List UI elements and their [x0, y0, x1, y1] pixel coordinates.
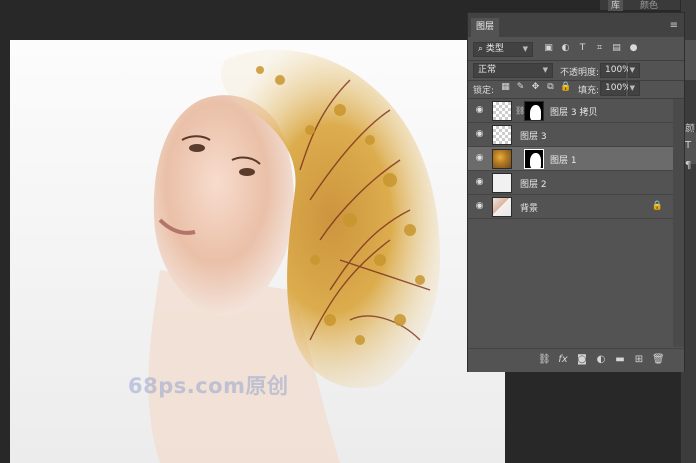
lock-position-icon[interactable]: ✥	[530, 82, 541, 93]
layer-mask-thumbnail[interactable]	[524, 149, 544, 169]
layer-row[interactable]: ◉ 图层 2	[468, 171, 673, 195]
chevron-down-icon: ▼	[629, 66, 635, 74]
trash-icon[interactable]: 🗑	[652, 354, 665, 366]
filter-shape-icon[interactable]: ⌗	[594, 43, 605, 54]
tab-library[interactable]: 库	[608, 0, 624, 11]
layer-name[interactable]: 背景	[520, 201, 538, 214]
filter-type-select[interactable]: ⌕ 类型 ▼	[473, 42, 533, 57]
search-icon: ⌕	[478, 44, 486, 54]
filter-toggle-icon[interactable]: ●	[628, 43, 639, 54]
layer-name[interactable]: 图层 3	[520, 129, 547, 142]
filter-smartobject-icon[interactable]: ▤	[611, 43, 622, 54]
layer-name[interactable]: 图层 1	[550, 153, 577, 166]
layer-thumbnail[interactable]	[492, 197, 512, 217]
layer-row[interactable]: ◉ 图层 3	[468, 123, 673, 147]
lock-all-icon[interactable]: 🔒	[560, 82, 571, 93]
lock-transparent-pixels-icon[interactable]: ▦	[500, 82, 511, 93]
layer-mask-thumbnail[interactable]	[524, 101, 544, 121]
fx-icon[interactable]: fx	[557, 354, 569, 366]
lock-image-pixels-icon[interactable]: ✎	[515, 82, 526, 93]
type-tool-icon[interactable]: T	[685, 140, 691, 151]
opacity-value: 100%	[605, 65, 631, 75]
eye-icon[interactable]: ◉	[474, 177, 485, 188]
chevron-down-icon: ▼	[542, 66, 548, 74]
scrollbar[interactable]	[673, 99, 684, 347]
blend-mode-label: 正常	[478, 65, 497, 75]
chevron-down-icon: ▼	[522, 45, 528, 53]
opacity-input[interactable]: 100%	[600, 63, 631, 78]
tab-layers[interactable]: 图层	[471, 18, 499, 37]
opacity-label: 不透明度:	[560, 68, 600, 78]
layer-row-selected[interactable]: ◉ 图层 1	[468, 147, 673, 171]
fill-value: 100%	[605, 83, 631, 93]
add-mask-icon[interactable]: ◙	[576, 354, 588, 366]
layer-name[interactable]: 图层 3 拷贝	[550, 105, 597, 118]
divider	[468, 80, 684, 81]
document-canvas[interactable]: 68ps.com原创	[10, 40, 505, 463]
divider	[468, 60, 684, 61]
filter-type-label: 类型	[485, 44, 504, 54]
link-layers-icon[interactable]: ⛓	[538, 354, 551, 366]
new-layer-icon[interactable]: ⊞	[633, 354, 645, 366]
paragraph-icon[interactable]: ¶	[685, 160, 691, 171]
eye-icon[interactable]: ◉	[474, 201, 485, 212]
lock-icon: 🔒	[651, 201, 663, 211]
panel-menu-icon[interactable]: ≡	[670, 20, 678, 31]
layer-thumbnail[interactable]	[492, 149, 512, 169]
eye-icon[interactable]: ◉	[474, 105, 485, 116]
group-folder-icon[interactable]: ▬	[614, 354, 626, 366]
layer-thumbnail[interactable]	[492, 173, 512, 193]
eye-icon[interactable]: ◉	[474, 129, 485, 140]
layer-thumbnail[interactable]	[492, 125, 512, 145]
layer-row[interactable]: ◉ ⛓ 图层 3 拷贝	[468, 99, 673, 123]
layer-thumbnail[interactable]	[492, 101, 512, 121]
chevron-down-icon: ▼	[629, 84, 635, 92]
filter-type-icon[interactable]: T	[577, 43, 588, 54]
eye-icon[interactable]: ◉	[474, 153, 485, 164]
filter-adjustment-icon[interactable]: ◐	[560, 43, 571, 54]
fill-input[interactable]: 100%	[600, 81, 631, 96]
adjustment-layer-icon[interactable]: ◐	[595, 354, 607, 366]
tab-color[interactable]: 颜色	[640, 0, 658, 11]
watermark-text: 68ps.com原创	[128, 374, 289, 398]
layers-panel: 图层 ≡ ⌕ 类型 ▼ ▣ ◐ T ⌗ ▤ ● 正常 ▼ 不透明度: 100% ▼ …	[467, 12, 685, 372]
panel-bottom-bar: ⛓ fx ◙ ◐ ▬ ⊞ 🗑	[468, 348, 684, 372]
blend-mode-select[interactable]: 正常 ▼	[473, 63, 553, 78]
panel-header: 图层 ≡	[468, 13, 684, 37]
lock-label: 锁定:	[473, 86, 495, 96]
fill-label: 填充:	[578, 86, 600, 96]
layer-row[interactable]: ◉ 背景 🔒	[468, 195, 673, 219]
fill-dropdown[interactable]: ▼	[628, 81, 640, 96]
lock-artboard-icon[interactable]: ⧉	[545, 82, 556, 93]
opacity-dropdown[interactable]: ▼	[628, 63, 640, 78]
layer-name[interactable]: 图层 2	[520, 177, 547, 190]
filter-pixel-icon[interactable]: ▣	[543, 43, 554, 54]
